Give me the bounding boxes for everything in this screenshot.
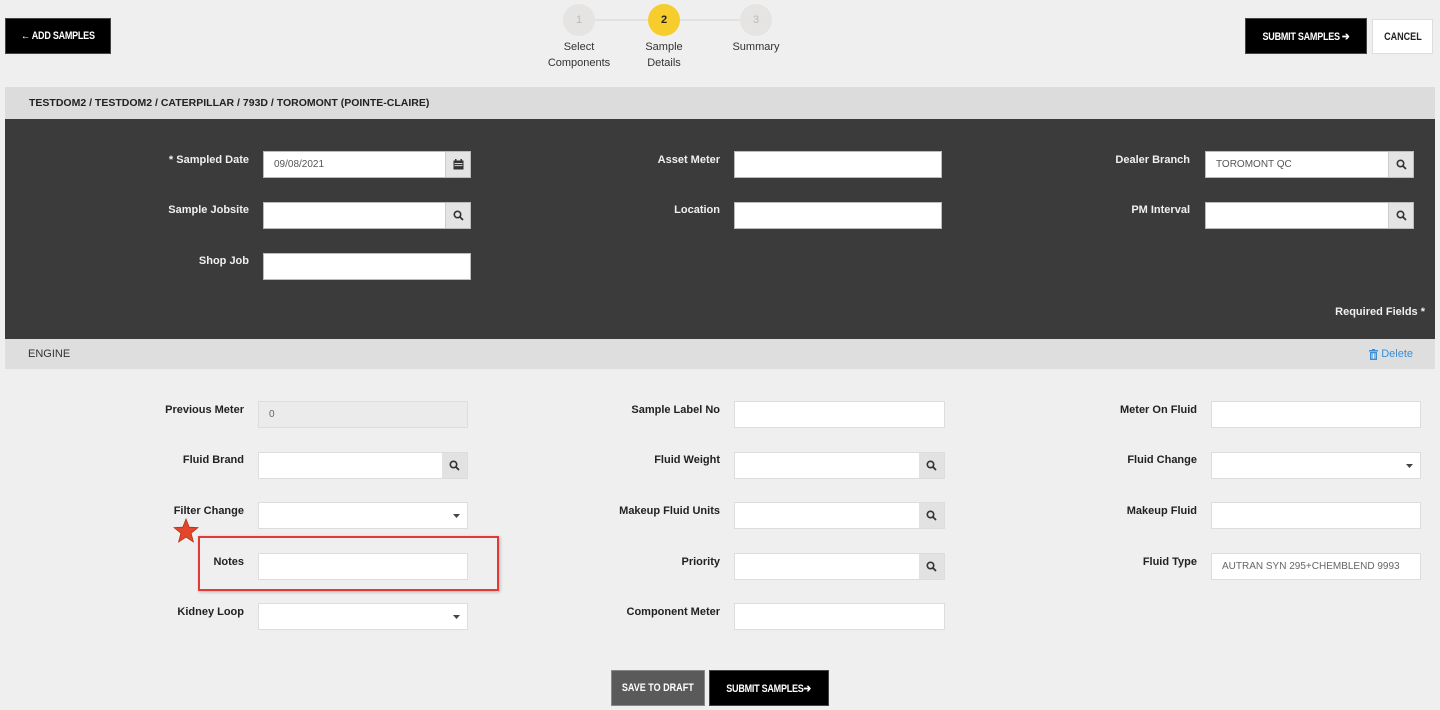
kidney-loop-label: Kidney Loop <box>177 606 244 618</box>
search-icon[interactable] <box>919 554 944 579</box>
makeup-fluid-units-field[interactable] <box>734 502 945 529</box>
chevron-down-icon <box>445 614 467 619</box>
shop-job-label: Shop Job <box>198 255 249 267</box>
sample-header-panel: * Sampled Date 09/08/2021 Sample Jobsite… <box>5 119 1435 339</box>
step-summary[interactable]: 3 Summary <box>711 4 801 55</box>
search-icon[interactable] <box>919 453 944 478</box>
step-sample-details[interactable]: 2 Sample Details <box>619 4 709 71</box>
required-fields-note: Required Fields * <box>1335 306 1425 318</box>
fluid-weight-field[interactable] <box>734 452 945 479</box>
sampled-date-field[interactable]: 09/08/2021 <box>263 151 471 178</box>
kidney-loop-select[interactable] <box>258 603 468 630</box>
submit-samples-bottom-button[interactable]: SUBMIT SAMPLES➔ <box>709 670 829 706</box>
asset-meter-label: Asset Meter <box>657 154 720 166</box>
dealer-branch-value: TOROMONT QC <box>1216 159 1292 170</box>
sample-jobsite-label: Sample Jobsite <box>168 204 249 216</box>
fluid-type-field[interactable]: AUTRAN SYN 295+CHEMBLEND 9993 <box>1211 553 1421 580</box>
fluid-brand-field[interactable] <box>258 452 468 479</box>
meter-on-fluid-label: Meter On Fluid <box>1120 404 1197 416</box>
trash-icon <box>1369 348 1379 360</box>
fluid-type-label: Fluid Type <box>1142 556 1197 568</box>
pm-interval-label: PM Interval <box>1131 204 1190 216</box>
step-label: Select Components <box>547 41 611 69</box>
cancel-label: CANCEL <box>1383 30 1422 43</box>
previous-meter-value: 0 <box>269 409 275 420</box>
location-label: Location <box>674 204 720 216</box>
pm-interval-field[interactable] <box>1205 202 1414 229</box>
chevron-down-icon <box>1398 463 1420 468</box>
dealer-branch-field[interactable]: TOROMONT QC <box>1205 151 1414 178</box>
asset-meter-field[interactable] <box>734 151 942 178</box>
step-number: 3 <box>740 4 772 36</box>
fluid-change-select[interactable] <box>1211 452 1421 479</box>
save-to-draft-label: SAVE TO DRAFT <box>622 682 694 694</box>
search-icon[interactable] <box>442 453 467 478</box>
search-icon[interactable] <box>445 203 470 228</box>
submit-samples-button[interactable]: SUBMIT SAMPLES ➔ <box>1245 18 1367 54</box>
add-samples-label: ← ADD SAMPLES <box>21 30 95 42</box>
priority-label: Priority <box>681 556 720 568</box>
fluid-change-label: Fluid Change <box>1127 454 1197 466</box>
step-select-components[interactable]: 1 Select Components <box>534 4 624 71</box>
makeup-fluid-units-label: Makeup Fluid Units <box>619 505 720 517</box>
meter-on-fluid-field[interactable] <box>1211 401 1421 428</box>
search-icon[interactable] <box>919 503 944 528</box>
component-meter-label: Component Meter <box>626 606 721 618</box>
sample-jobsite-field[interactable] <box>263 202 471 229</box>
search-icon[interactable] <box>1388 152 1413 177</box>
delete-label: Delete <box>1381 348 1413 360</box>
search-icon[interactable] <box>1388 203 1413 228</box>
add-samples-button[interactable]: ← ADD SAMPLES <box>5 18 111 54</box>
calendar-icon[interactable] <box>445 152 470 177</box>
step-number: 1 <box>563 4 595 36</box>
dealer-branch-label: Dealer Branch <box>1115 154 1190 166</box>
sample-label-no-field[interactable] <box>734 401 945 428</box>
fluid-brand-label: Fluid Brand <box>182 454 244 466</box>
location-field[interactable] <box>734 202 942 229</box>
component-header: ENGINE Delete <box>5 339 1435 369</box>
fluid-weight-label: Fluid Weight <box>654 454 720 466</box>
save-to-draft-button[interactable]: SAVE TO DRAFT <box>611 670 705 706</box>
component-meter-field[interactable] <box>734 603 945 630</box>
star-icon <box>173 518 199 543</box>
sampled-date-label: * Sampled Date <box>168 154 249 166</box>
delete-component-link[interactable]: Delete <box>1369 348 1413 360</box>
stepper: 1 Select Components 2 Sample Details 3 Sum… <box>535 4 795 74</box>
filter-change-select[interactable] <box>258 502 468 529</box>
step-number: 2 <box>648 4 680 36</box>
submit-samples-bottom-label: SUBMIT SAMPLES➔ <box>726 682 812 695</box>
fluid-type-value: AUTRAN SYN 295+CHEMBLEND 9993 <box>1222 561 1400 572</box>
chevron-down-icon <box>445 513 467 518</box>
step-label: Summary <box>732 41 780 53</box>
sampled-date-value: 09/08/2021 <box>274 159 325 170</box>
breadcrumb: TESTDOM2 / TESTDOM2 / CATERPILLAR / 793D… <box>5 87 1435 119</box>
notes-highlight-box <box>198 536 499 591</box>
makeup-fluid-label: Makeup Fluid <box>1126 505 1197 517</box>
component-name: ENGINE <box>28 348 71 360</box>
shop-job-field[interactable] <box>263 253 471 280</box>
filter-change-label: Filter Change <box>173 505 244 517</box>
previous-meter-label: Previous Meter <box>165 404 244 416</box>
submit-samples-label: SUBMIT SAMPLES ➔ <box>1262 30 1350 43</box>
step-label: Sample Details <box>645 41 683 69</box>
previous-meter-field: 0 <box>258 401 468 428</box>
sample-label-no-label: Sample Label No <box>631 404 720 416</box>
cancel-button[interactable]: CANCEL <box>1372 19 1433 54</box>
priority-field[interactable] <box>734 553 945 580</box>
makeup-fluid-field[interactable] <box>1211 502 1421 529</box>
